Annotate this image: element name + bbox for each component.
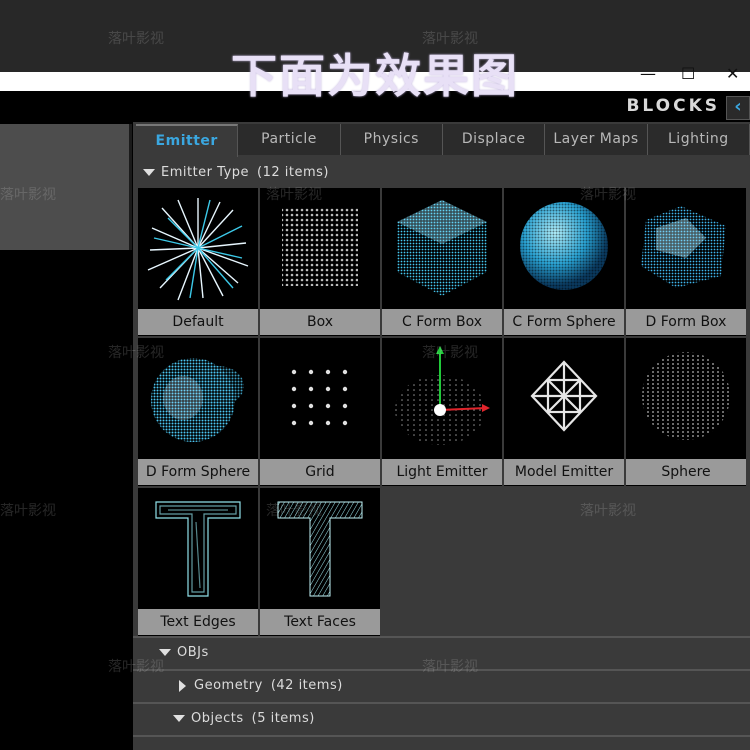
tab-emitter[interactable]: Emitter <box>136 124 239 157</box>
tile-label: Text Edges <box>138 609 258 635</box>
expand-arrow-icon <box>159 649 171 656</box>
tab-physics[interactable]: Physics <box>340 124 443 155</box>
tile-label: C Form Sphere <box>504 309 624 335</box>
emitter-tile-model-emitter[interactable]: Model Emitter <box>504 338 624 486</box>
section-count: (42 items) <box>270 678 343 693</box>
section-count: (12 items) <box>257 165 329 180</box>
emitter-tile-d-form-sphere[interactable]: D Form Sphere <box>138 338 258 486</box>
left-panel <box>0 124 132 250</box>
starburst-icon <box>138 188 258 309</box>
section-label: Emitter Type <box>161 165 250 180</box>
divider <box>133 735 750 737</box>
section-label: Geometry <box>194 678 263 693</box>
tile-label: D Form Box <box>626 309 746 335</box>
light-emitter-icon <box>382 338 502 459</box>
model-emitter-icon <box>504 338 624 459</box>
tile-label: D Form Sphere <box>138 459 258 485</box>
emitter-tile-text-edges[interactable]: Text Edges <box>138 488 258 636</box>
section-objects[interactable]: Objects (5 items) <box>173 704 315 734</box>
emitter-tile-sphere[interactable]: Sphere <box>626 338 746 486</box>
tile-label: Sphere <box>626 459 746 485</box>
collapsed-arrow-icon <box>179 679 186 692</box>
section-emitter-type[interactable]: Emitter Type (12 items) <box>143 158 329 188</box>
watermark-text: 落叶影视 <box>0 503 56 519</box>
dform-box-icon <box>626 188 746 309</box>
close-icon[interactable]: ✕ <box>726 64 739 84</box>
emitter-tile-light-emitter[interactable]: Light Emitter <box>382 338 502 486</box>
tab-layer-maps[interactable]: Layer Maps <box>545 124 648 155</box>
tile-label: Box <box>260 309 380 335</box>
minimize-icon[interactable]: — <box>640 64 656 84</box>
emitter-tile-text-faces[interactable]: Text Faces <box>260 488 380 636</box>
tile-label: Light Emitter <box>382 459 502 485</box>
grid-icon <box>260 338 380 459</box>
expand-arrow-icon <box>173 715 185 722</box>
collapse-chevron-icon[interactable]: ‹ <box>726 96 750 120</box>
tile-label: Default <box>138 309 258 335</box>
cform-box-icon <box>382 188 502 309</box>
tile-label: Model Emitter <box>504 459 624 485</box>
tab-particle[interactable]: Particle <box>238 124 341 155</box>
emitter-tile-grid[interactable]: Grid <box>260 338 380 486</box>
section-count: (5 items) <box>251 711 315 726</box>
particle-box-icon <box>260 188 380 309</box>
text-faces-icon <box>260 488 380 609</box>
divider <box>133 636 750 638</box>
section-objs[interactable]: OBJs <box>159 638 209 668</box>
text-edges-icon <box>138 488 258 609</box>
emitter-tile-c-form-sphere[interactable]: C Form Sphere <box>504 188 624 336</box>
panel-title: BLOCKS <box>626 96 720 116</box>
emitter-tile-default[interactable]: Default <box>138 188 258 336</box>
cform-sphere-icon <box>504 188 624 309</box>
emitter-tile-d-form-box[interactable]: D Form Box <box>626 188 746 336</box>
emitter-tile-box[interactable]: Box <box>260 188 380 336</box>
tile-label: Grid <box>260 459 380 485</box>
dform-sphere-icon <box>138 338 258 459</box>
tab-lighting[interactable]: Lighting <box>647 124 750 155</box>
blocks-browser: Emitter Particle Physics Displace Layer … <box>133 122 750 750</box>
section-label: Objects <box>191 711 244 726</box>
emitter-tile-c-form-box[interactable]: C Form Box <box>382 188 502 336</box>
section-geometry[interactable]: Geometry (42 items) <box>179 671 343 701</box>
tab-displace[interactable]: Displace <box>442 124 546 155</box>
tile-label: Text Faces <box>260 609 380 635</box>
sphere-icon <box>626 338 746 459</box>
expand-arrow-icon <box>143 169 155 176</box>
maximize-icon[interactable]: ☐ <box>681 64 695 84</box>
section-label: OBJs <box>177 645 209 660</box>
tab-bar: Emitter Particle Physics Displace Layer … <box>136 124 750 157</box>
tile-label: C Form Box <box>382 309 502 335</box>
